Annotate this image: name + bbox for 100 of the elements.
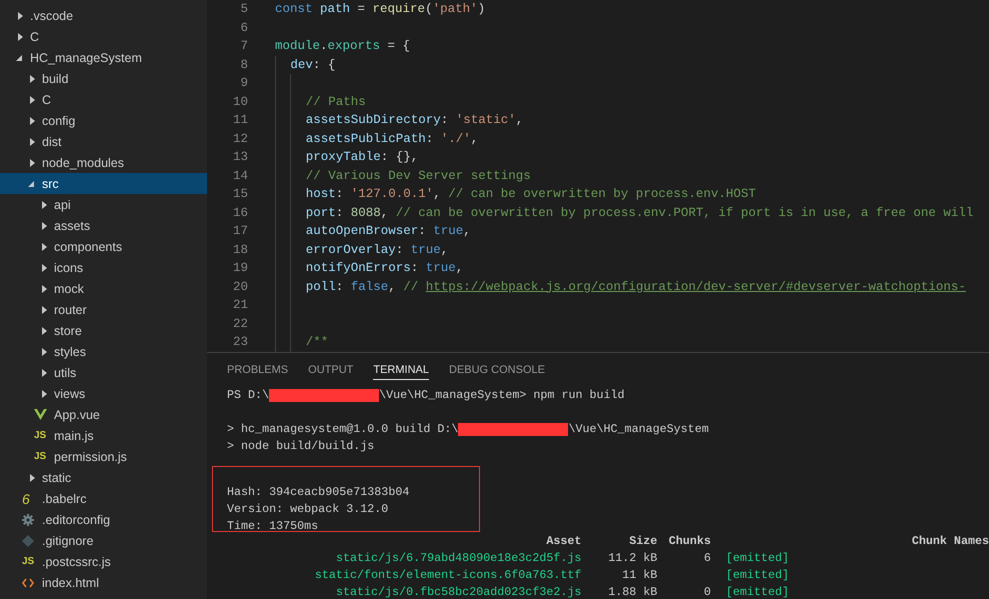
terminal-text: Hash: 394ceacb905e71383b04 — [227, 484, 410, 501]
collapsed-arrow-icon — [42, 348, 47, 356]
diamond-icon — [22, 534, 34, 546]
file-item[interactable]: .gitignore — [0, 530, 207, 551]
table-cell: 0 — [704, 585, 711, 599]
code-token: = — [356, 2, 366, 16]
code-token: true — [433, 224, 464, 238]
line-number: 11 — [232, 112, 248, 129]
code-token: host — [306, 187, 336, 201]
code-token: : — [440, 113, 450, 127]
item-label: .babelrc — [42, 492, 86, 506]
table-cell: 11.2 kB — [608, 551, 658, 565]
code-token: autoOpenBrowser — [306, 224, 418, 238]
folder-item[interactable]: store — [0, 320, 207, 341]
code-token: : — [410, 261, 420, 275]
code-token: // can be overwritten by process.env.HOST — [448, 187, 756, 201]
item-label: node_modules — [42, 156, 124, 170]
collapsed-arrow-icon — [42, 390, 47, 398]
folder-item[interactable]: utils — [0, 362, 207, 383]
folder-item[interactable]: C — [0, 89, 207, 110]
code-token: assetsSubDirectory — [306, 113, 441, 127]
code-token: : { — [312, 58, 336, 72]
code-token: , — [440, 242, 448, 256]
file-item[interactable]: index.html — [0, 572, 207, 593]
file-item[interactable]: .editorconfig — [0, 509, 207, 530]
item-label: .gitignore — [42, 534, 94, 548]
code-token: , — [470, 132, 478, 146]
panel-tab[interactable]: OUTPUT — [308, 360, 354, 380]
code-token: // Paths — [306, 94, 366, 108]
vue-file-icon — [34, 409, 47, 420]
code-token: : — [418, 224, 427, 238]
code-token: : — [426, 132, 434, 146]
folder-item[interactable]: icons — [0, 257, 207, 278]
panel-tab[interactable]: TERMINAL — [373, 360, 429, 380]
folder-item[interactable]: build — [0, 68, 207, 89]
code-brackets-icon — [22, 578, 34, 588]
collapsed-arrow-icon — [42, 284, 47, 292]
js-file-icon: JS — [34, 430, 46, 441]
item-label: store — [54, 324, 82, 338]
collapsed-arrow-icon — [42, 306, 47, 314]
line-number: 7 — [239, 38, 248, 55]
folder-item[interactable]: components — [0, 236, 207, 257]
folder-item[interactable]: static — [0, 467, 207, 488]
folder-item[interactable]: .vscode — [0, 5, 207, 26]
code-token: notifyOnErrors — [306, 261, 411, 275]
item-label: src — [42, 176, 59, 190]
code-token: true — [410, 242, 441, 256]
item-label: .editorconfig — [42, 512, 110, 526]
folder-item[interactable]: mock — [0, 278, 207, 299]
folder-item[interactable]: config — [0, 110, 207, 131]
folder-item[interactable]: views — [0, 383, 207, 404]
collapsed-arrow-icon — [42, 368, 47, 376]
line-number: 19 — [232, 260, 248, 277]
collapsed-arrow-icon — [30, 74, 35, 82]
column-header: Asset — [546, 534, 582, 548]
folder-item[interactable]: assets — [0, 215, 207, 236]
panel-tab[interactable]: PROBLEMS — [227, 360, 288, 380]
item-label: utils — [54, 366, 76, 380]
item-label: static — [42, 470, 72, 484]
terminal-text: \Vue\HC_manageSystem — [568, 421, 709, 438]
collapsed-arrow-icon — [30, 474, 35, 482]
panel-tab[interactable]: DEBUG CONSOLE — [449, 360, 545, 380]
file-item[interactable]: 6 .babelrc — [0, 488, 207, 509]
folder-item[interactable]: src — [0, 173, 207, 194]
file-item[interactable]: JS .postcssrc.js — [0, 551, 207, 572]
code-link[interactable]: https://webpack.js.org/configuration/dev-server/#devserver-watchoptions- — [426, 280, 966, 294]
collapsed-arrow-icon — [42, 200, 47, 208]
code-token: exports — [328, 39, 380, 53]
folder-item[interactable]: router — [0, 299, 207, 320]
file-item[interactable]: JS main.js — [0, 425, 207, 446]
line-number: 17 — [232, 223, 248, 240]
code-token: '127.0.0.1' — [350, 187, 434, 201]
code-token: path — [320, 2, 350, 16]
folder-item[interactable]: api — [0, 194, 207, 215]
file-item[interactable]: App.vue — [0, 404, 207, 425]
line-number: 8 — [239, 56, 248, 74]
item-label: C — [30, 30, 40, 44]
terminal-text: Version: webpack 3.12.0 — [227, 501, 390, 518]
js-file-icon: JS — [34, 451, 46, 462]
terminal-text: > hc_managesystem@1.0.0 build D:\ — [227, 421, 458, 438]
line-number: 10 — [232, 94, 248, 110]
code-token: proxyTable — [306, 150, 381, 164]
code-token: , — [433, 187, 442, 201]
collapsed-arrow-icon — [30, 96, 35, 104]
folder-item[interactable]: dist — [0, 131, 207, 152]
file-item[interactable]: JS permission.js — [0, 446, 207, 467]
line-number: 20 — [232, 278, 248, 296]
folder-item[interactable]: HC_manageSystem — [0, 47, 207, 68]
code-token: : {}, — [380, 150, 418, 164]
folder-item[interactable]: node_modules — [0, 152, 207, 173]
expanded-arrow-icon — [28, 180, 34, 186]
folder-item[interactable]: C — [0, 26, 207, 47]
collapsed-arrow-icon — [42, 264, 47, 272]
code-token: = { — [386, 39, 410, 53]
collapsed-arrow-icon — [42, 242, 47, 250]
asset-path: static/js/0.fbc58bc20add023cf3e2.js — [336, 585, 582, 599]
babel-file-icon: 6 — [22, 490, 30, 506]
item-label: build — [42, 72, 68, 86]
folder-item[interactable]: styles — [0, 341, 207, 362]
js-file-icon: JS — [22, 556, 34, 567]
